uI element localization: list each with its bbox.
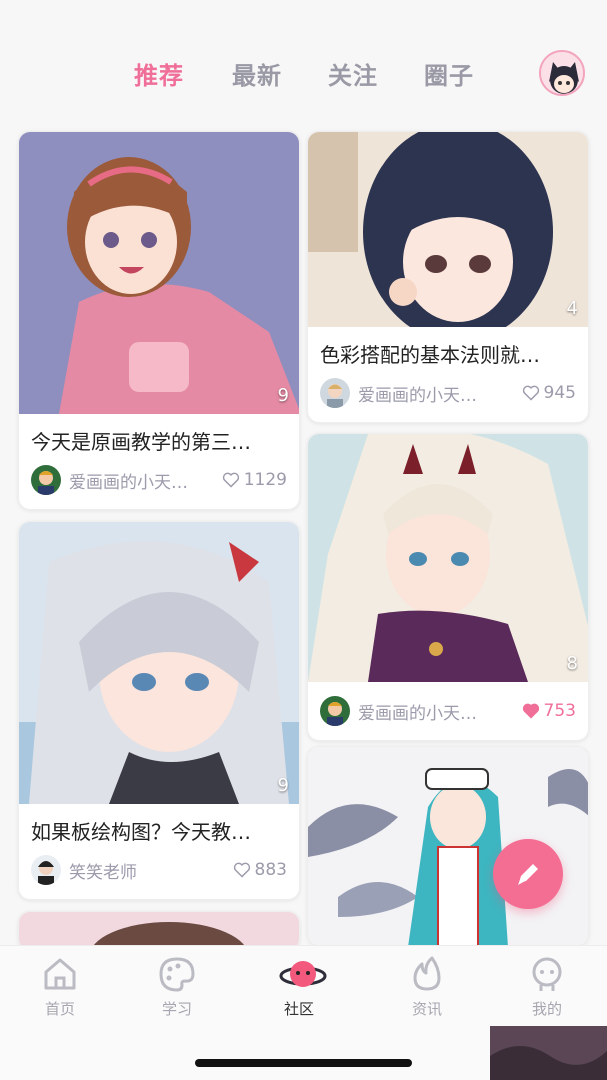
- author-name[interactable]: 爱画画的小天…: [69, 468, 222, 493]
- like-count[interactable]: 753: [522, 701, 576, 721]
- tab-label: 学习: [161, 1000, 192, 1018]
- flame-icon: [407, 954, 447, 994]
- face-icon: [527, 954, 567, 994]
- create-post-button[interactable]: [493, 839, 563, 909]
- tab-label: 社区: [283, 1000, 314, 1018]
- author-avatar[interactable]: [31, 855, 61, 885]
- post-card[interactable]: 9 今天是原画教学的第三… 爱画画的小天… 1129: [18, 131, 300, 510]
- image-count: 9: [277, 775, 289, 796]
- post-image: 8: [308, 434, 588, 682]
- post-title: 如果板绘构图？今天教…: [31, 820, 251, 844]
- post-meta: 爱画画的小天… 1129: [19, 455, 299, 509]
- like-count[interactable]: 945: [522, 383, 576, 403]
- post-card[interactable]: 9 如果板绘构图？今天教… 笑笑老师 883: [18, 521, 300, 900]
- tab-learn[interactable]: 学习: [137, 954, 217, 1019]
- post-meta: 爱画画的小天… 753: [308, 682, 588, 740]
- tab-label: 资讯: [411, 1000, 442, 1018]
- corner-thumbnail: [490, 1026, 607, 1080]
- heart-outline-icon: [222, 472, 239, 488]
- like-number: 753: [543, 701, 576, 721]
- author-name[interactable]: 爱画画的小天…: [358, 699, 522, 724]
- heart-outline-icon: [522, 385, 539, 401]
- author-name[interactable]: 爱画画的小天…: [358, 381, 522, 406]
- tab-home[interactable]: 首页: [20, 954, 100, 1019]
- post-meta: 爱画画的小天… 945: [308, 368, 588, 422]
- tab-following[interactable]: 关注: [328, 56, 378, 91]
- tab-community[interactable]: 社区: [259, 954, 339, 1019]
- author-name[interactable]: 笑笑老师: [69, 858, 233, 883]
- planet-icon: [279, 954, 327, 994]
- heart-outline-icon: [233, 862, 250, 878]
- image-count: 4: [566, 298, 578, 319]
- post-image: 9: [19, 522, 299, 804]
- heart-filled-icon: [522, 703, 539, 719]
- like-count[interactable]: 883: [233, 860, 287, 880]
- tab-news[interactable]: 资讯: [387, 954, 467, 1019]
- post-title: 今天是原画教学的第三…: [31, 430, 251, 454]
- tab-latest[interactable]: 最新: [232, 56, 282, 91]
- author-avatar[interactable]: [320, 696, 350, 726]
- home-icon: [40, 954, 80, 994]
- image-count: 8: [566, 653, 578, 674]
- post-meta: 笑笑老师 883: [19, 845, 299, 899]
- post-image: 4: [308, 132, 588, 327]
- post-image: 9: [19, 132, 299, 414]
- pencil-icon: [518, 864, 538, 885]
- tab-mine[interactable]: 我的: [507, 954, 587, 1019]
- post-card[interactable]: 4 色彩搭配的基本法则就… 爱画画的小天… 945: [307, 131, 589, 423]
- like-count[interactable]: 1129: [222, 470, 287, 490]
- author-avatar[interactable]: [31, 465, 61, 495]
- top-nav: 推荐 最新 关注 圈子: [0, 0, 607, 120]
- palette-icon: [157, 954, 197, 994]
- post-card[interactable]: 8 爱画画的小天… 753: [307, 433, 589, 741]
- like-number: 883: [254, 860, 287, 880]
- user-avatar[interactable]: [539, 50, 585, 96]
- tab-recommended[interactable]: 推荐: [134, 56, 184, 91]
- post-title: 色彩搭配的基本法则就…: [320, 343, 540, 367]
- tab-label: 我的: [531, 1000, 562, 1018]
- image-count: 9: [277, 385, 289, 406]
- tab-circles[interactable]: 圈子: [424, 56, 474, 91]
- author-avatar[interactable]: [320, 378, 350, 408]
- like-number: 945: [543, 383, 576, 403]
- home-indicator[interactable]: [195, 1059, 412, 1067]
- tab-label: 首页: [44, 1000, 75, 1018]
- like-number: 1129: [243, 470, 287, 490]
